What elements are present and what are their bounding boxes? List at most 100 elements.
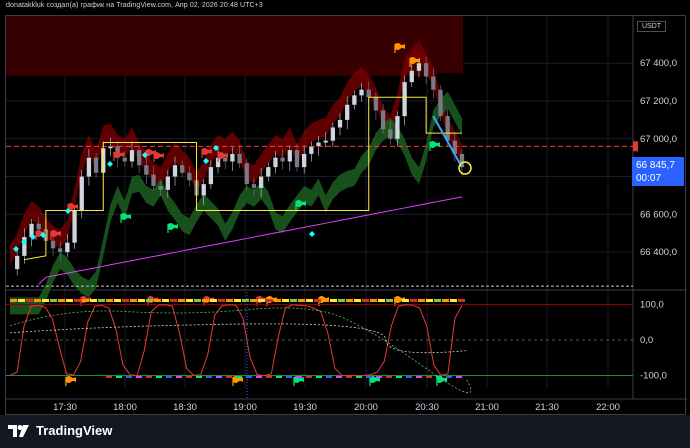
strip-cell (82, 299, 89, 302)
candle-body (366, 89, 371, 98)
strip-cell (18, 299, 25, 302)
candle-body (416, 63, 422, 71)
strip-cell-lower (446, 376, 452, 378)
currency-label[interactable]: USDT (637, 21, 667, 32)
strip-cell (442, 299, 449, 302)
chart-canvas[interactable]: 67 400,067 200,067 000,066 800,066 600,0… (6, 16, 687, 416)
strip-cell (122, 299, 129, 302)
osc-signal-white (9, 323, 467, 354)
osc-tick-label: -100,0 (640, 371, 667, 382)
strip-cell (306, 299, 313, 302)
candle-body (323, 140, 328, 143)
brand-name: TradingView (36, 423, 113, 438)
strip-cell-lower (206, 376, 212, 378)
candle-body (172, 165, 178, 177)
strip-cell (298, 299, 305, 302)
strip-cell (242, 299, 249, 302)
strip-cell (418, 299, 425, 302)
strip-cell (378, 299, 385, 302)
candle-body (280, 157, 285, 162)
support-line (38, 196, 463, 285)
candle-body (402, 82, 407, 117)
candle-body (129, 150, 135, 162)
strip-cell (218, 299, 225, 302)
bar-countdown: 00:07 (636, 173, 662, 184)
candle-body (345, 104, 350, 120)
candle-body (187, 172, 192, 181)
strip-cell-lower (266, 376, 272, 378)
strip-cell (66, 299, 73, 302)
strip-cell (370, 299, 377, 302)
strip-cell-lower (146, 376, 152, 378)
strip-cell-lower (256, 376, 262, 378)
current-price-circle (458, 161, 472, 175)
flag-icon (68, 203, 78, 210)
strip-cell (426, 299, 433, 302)
footer-bar: TradingView (0, 415, 690, 448)
candle-body (122, 157, 127, 162)
candle-body (294, 150, 300, 168)
strip-cell-lower (396, 376, 402, 378)
y-tick-label: 66 600,0 (640, 209, 677, 220)
strip-cell-lower (346, 376, 352, 378)
chart-frame[interactable]: 67 400,067 200,067 000,066 800,066 600,0… (5, 15, 687, 416)
strip-cell (346, 299, 353, 302)
strip-cell-lower (326, 376, 332, 378)
strip-cell-lower (336, 376, 342, 378)
strip-cell (58, 299, 65, 302)
x-tick-label: 19:30 (293, 402, 317, 413)
brand-logo[interactable]: TradingView (8, 423, 112, 438)
strip-cell (226, 299, 233, 302)
candle-body (72, 210, 77, 243)
chart-header: donatakkluk создал(а) график на TradingV… (6, 2, 263, 9)
strip-cell-lower (216, 376, 222, 378)
strip-cell-lower (276, 376, 282, 378)
osc-tick-label: 0,0 (640, 335, 653, 346)
cloud-bands (6, 16, 463, 315)
candle-body (438, 89, 443, 117)
strip-cell-lower (386, 376, 392, 378)
strip-cell-lower (156, 376, 162, 378)
strip-cell-lower (426, 376, 432, 378)
green-cloud (10, 91, 462, 315)
osc-tick-label: 100,0 (640, 299, 664, 310)
x-tick-label: 21:00 (475, 402, 499, 413)
candle-body (273, 157, 278, 168)
candle-body (251, 184, 257, 188)
candle-body (431, 76, 436, 90)
candle-body (58, 248, 63, 253)
candle-body (158, 186, 163, 190)
candle-body (287, 150, 292, 162)
strip-cell (330, 299, 337, 302)
strip-cell-lower (106, 376, 112, 378)
strip-cell (274, 299, 281, 302)
strip-cell-lower (376, 376, 382, 378)
strip-cell-lower (116, 376, 122, 378)
strip-cell (362, 299, 369, 302)
candle-body (380, 110, 386, 130)
strip-cell (42, 299, 49, 302)
candle-body (352, 95, 357, 105)
candle-body (165, 176, 170, 190)
strip-cell (170, 299, 177, 302)
x-tick-label: 19:00 (233, 402, 257, 413)
strip-cell-lower (236, 376, 242, 378)
strip-cell (386, 299, 393, 302)
y-tick-label: 66 400,0 (640, 247, 677, 258)
x-tick-label: 20:00 (354, 402, 378, 413)
strip-cell (354, 299, 361, 302)
strip-cell (26, 299, 33, 302)
candle-body (423, 63, 429, 77)
strip-cell (250, 299, 257, 302)
candle-body (65, 242, 70, 253)
strip-cell-lower (306, 376, 312, 378)
candle-body (337, 119, 343, 128)
diamond-marker (107, 161, 113, 167)
strip-cell-lower (356, 376, 362, 378)
last-price-tag: 66 845,7 00:07 (632, 157, 684, 186)
strip-cell (402, 299, 409, 302)
strip-cell-lower (226, 376, 232, 378)
candle-body (409, 70, 414, 83)
strip-cell (410, 299, 417, 302)
strip-cell (266, 299, 273, 302)
